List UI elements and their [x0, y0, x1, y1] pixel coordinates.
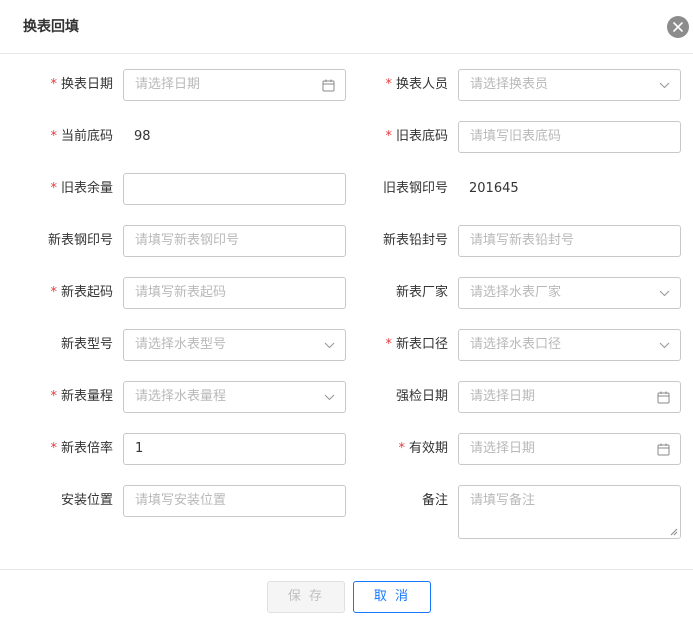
install-location-placeholder: 请填写安装位置 [135, 493, 227, 508]
old-meter-balance-input[interactable] [123, 173, 346, 205]
remarks-label: 备注 [421, 493, 448, 508]
form-row: * 换表日期 请选择日期 * 换表人员 请选择换表员 [0, 69, 693, 101]
old-meter-seal-label: 旧表钢印号 [382, 181, 448, 196]
cancel-button[interactable]: 取 消 [353, 581, 431, 613]
new-meter-caliber-label: * 新表口径 [385, 337, 448, 352]
remarks-placeholder: 请填写备注 [470, 493, 536, 508]
new-meter-seal-input[interactable]: 请填写新表钢印号 [123, 225, 346, 257]
new-meter-seal-label: 新表钢印号 [47, 233, 113, 248]
old-meter-balance-label: * 旧表余量 [50, 181, 113, 196]
current-reading-label: * 当前底码 [50, 129, 113, 144]
meter-replacement-dialog: 换表回填 * 换表日期 请选择日期 * 换表人员 请选择换表员 * 当前底码 9… [0, 0, 693, 617]
chevron-down-icon [659, 342, 670, 348]
chevron-down-icon [324, 342, 335, 348]
resize-grip-icon[interactable] [670, 528, 678, 536]
calendar-icon [322, 79, 335, 91]
replace-date-picker[interactable]: 请选择日期 [123, 69, 346, 101]
replace-person-select[interactable]: 请选择换表员 [458, 69, 681, 101]
dialog-header: 换表回填 [0, 0, 693, 54]
replace-date-placeholder: 请选择日期 [135, 77, 201, 92]
chevron-down-icon [659, 290, 670, 296]
inspection-date-label: 强检日期 [395, 389, 448, 404]
old-meter-reading-input[interactable]: 请填写旧表底码 [458, 121, 681, 153]
form-row: * 新表起码 请填写新表起码 新表厂家 请选择水表厂家 [0, 277, 693, 309]
old-meter-reading-label: * 旧表底码 [385, 129, 448, 144]
valid-period-picker[interactable]: 请选择日期 [458, 433, 681, 465]
new-meter-ratio-input[interactable]: 1 [123, 433, 346, 465]
new-meter-start-label: * 新表起码 [50, 285, 113, 300]
dialog-title: 换表回填 [23, 19, 79, 35]
new-meter-model-placeholder: 请选择水表型号 [135, 337, 227, 352]
form-row: 安装位置 请填写安装位置 备注 请填写备注 [0, 485, 693, 539]
install-location-input[interactable]: 请填写安装位置 [123, 485, 346, 517]
replace-person-placeholder: 请选择换表员 [470, 77, 549, 92]
new-meter-ratio-value: 1 [135, 441, 144, 456]
close-button[interactable] [667, 16, 689, 38]
close-icon [673, 22, 683, 32]
new-meter-model-label: 新表型号 [60, 337, 113, 352]
new-meter-model-select[interactable]: 请选择水表型号 [123, 329, 346, 361]
new-meter-seal-placeholder: 请填写新表钢印号 [135, 233, 240, 248]
form-row: * 当前底码 98 * 旧表底码 请填写旧表底码 [0, 121, 693, 153]
current-reading-value: 98 [134, 129, 151, 144]
old-meter-reading-placeholder: 请填写旧表底码 [470, 129, 562, 144]
new-meter-manufacturer-select[interactable]: 请选择水表厂家 [458, 277, 681, 309]
new-meter-range-placeholder: 请选择水表量程 [135, 389, 227, 404]
chevron-down-icon [659, 82, 670, 88]
new-meter-manufacturer-placeholder: 请选择水表厂家 [470, 285, 562, 300]
remarks-textarea[interactable]: 请填写备注 [458, 485, 681, 539]
valid-period-label: * 有效期 [398, 441, 448, 456]
form-row: 新表型号 请选择水表型号 * 新表口径 请选择水表口径 [0, 329, 693, 361]
dialog-footer: 保 存 取 消 [0, 569, 693, 617]
save-button[interactable]: 保 存 [267, 581, 345, 613]
new-meter-ratio-label: * 新表倍率 [50, 441, 113, 456]
new-meter-start-input[interactable]: 请填写新表起码 [123, 277, 346, 309]
new-meter-lead-seal-label: 新表铅封号 [382, 233, 448, 248]
new-meter-lead-seal-placeholder: 请填写新表铅封号 [470, 233, 575, 248]
calendar-icon [657, 443, 670, 455]
new-meter-lead-seal-input[interactable]: 请填写新表铅封号 [458, 225, 681, 257]
form-row: * 旧表余量 旧表钢印号 201645 [0, 173, 693, 205]
new-meter-range-label: * 新表量程 [50, 389, 113, 404]
new-meter-caliber-placeholder: 请选择水表口径 [470, 337, 562, 352]
replace-date-label: * 换表日期 [50, 77, 113, 92]
valid-period-placeholder: 请选择日期 [470, 441, 536, 456]
new-meter-caliber-select[interactable]: 请选择水表口径 [458, 329, 681, 361]
inspection-date-picker[interactable]: 请选择日期 [458, 381, 681, 413]
form-row: * 新表倍率 1 * 有效期 请选择日期 [0, 433, 693, 465]
replace-person-label: * 换表人员 [385, 77, 448, 92]
new-meter-start-placeholder: 请填写新表起码 [135, 285, 227, 300]
inspection-date-placeholder: 请选择日期 [470, 389, 536, 404]
old-meter-seal-value: 201645 [469, 181, 519, 196]
form-row: 新表钢印号 请填写新表钢印号 新表铅封号 请填写新表铅封号 [0, 225, 693, 257]
new-meter-manufacturer-label: 新表厂家 [395, 285, 448, 300]
form-row: * 新表量程 请选择水表量程 强检日期 请选择日期 [0, 381, 693, 413]
install-location-label: 安装位置 [60, 493, 113, 508]
chevron-down-icon [324, 394, 335, 400]
calendar-icon [657, 391, 670, 403]
new-meter-range-select[interactable]: 请选择水表量程 [123, 381, 346, 413]
